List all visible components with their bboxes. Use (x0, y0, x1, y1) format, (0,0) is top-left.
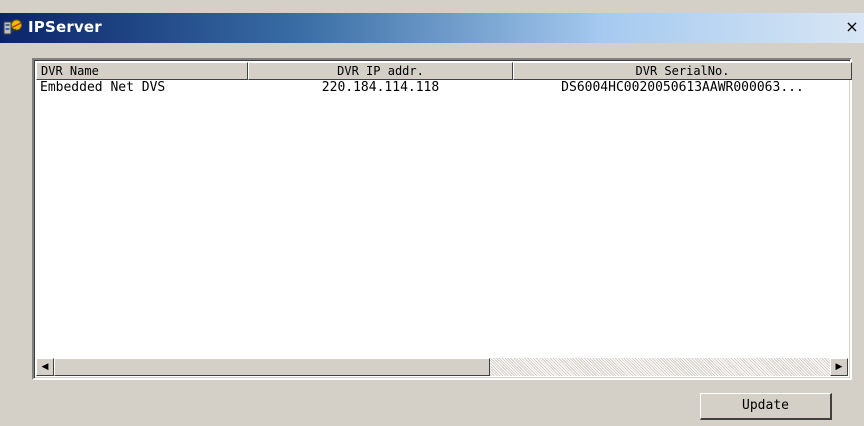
scrollbar-thumb[interactable] (54, 358, 490, 376)
cell-dvr-name: Embedded Net DVS (40, 80, 166, 95)
update-button[interactable]: Update (700, 393, 832, 420)
close-icon[interactable]: × (843, 18, 861, 36)
ipserver-window: IPServer × DVR Name DVR IP addr. DVR Ser… (0, 0, 864, 426)
network-app-icon (3, 19, 22, 35)
scroll-right-icon[interactable]: ▶ (830, 358, 848, 376)
dvr-list-view[interactable]: DVR Name DVR IP addr. DVR SerialNo. Embe… (32, 58, 852, 380)
cell-dvr-serial: DS6004HC0020050613AAWR000063... (561, 80, 804, 95)
title-bar[interactable]: IPServer × (0, 13, 864, 43)
table-row[interactable]: Embedded Net DVS 220.184.114.118 DS6004H… (36, 80, 852, 96)
column-header-dvr-name[interactable]: DVR Name (36, 62, 248, 80)
window-title: IPServer (28, 18, 102, 36)
cell-dvr-ip: 220.184.114.118 (321, 80, 440, 95)
horizontal-scrollbar[interactable]: ◀ ▶ (36, 358, 848, 376)
column-header-dvr-serial[interactable]: DVR SerialNo. (513, 62, 852, 80)
scroll-left-icon[interactable]: ◀ (36, 358, 54, 376)
list-rows: Embedded Net DVS 220.184.114.118 DS6004H… (36, 80, 852, 96)
list-header: DVR Name DVR IP addr. DVR SerialNo. (36, 62, 852, 80)
column-header-dvr-ip[interactable]: DVR IP addr. (248, 62, 513, 80)
